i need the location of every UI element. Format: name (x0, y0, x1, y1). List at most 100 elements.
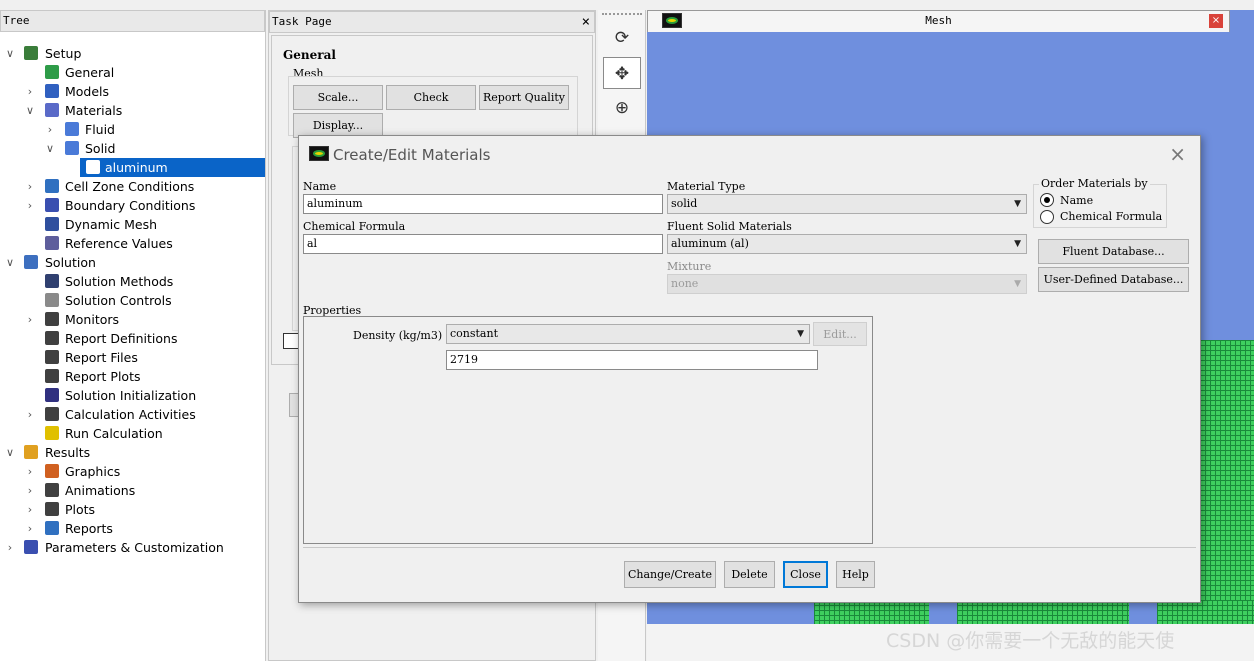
fluent-database-button[interactable]: Fluent Database... (1038, 239, 1189, 264)
tree-item-solution-initialization[interactable]: Solution Initialization (0, 386, 264, 405)
tree-item-setup[interactable]: ∨ Setup (0, 44, 264, 63)
help-button[interactable]: Help (836, 561, 875, 588)
task-page-close-icon[interactable]: × (582, 12, 590, 32)
tree-item-models[interactable]: › Models (0, 82, 264, 101)
tree-item-label: Parameters & Customization (45, 540, 224, 555)
delete-button[interactable]: Delete (724, 561, 775, 588)
change-create-button[interactable]: Change/Create (624, 561, 716, 588)
tree-item-boundary-conditions[interactable]: › Boundary Conditions (0, 196, 264, 215)
chevron-right-icon[interactable]: › (24, 519, 36, 538)
tree-item-calculation-activities[interactable]: › Calculation Activities (0, 405, 264, 424)
tree-item-monitors[interactable]: › Monitors (0, 310, 264, 329)
mesh-grid-right (1200, 340, 1254, 620)
tree-item-plots[interactable]: › Plots (0, 500, 264, 519)
chevron-down-icon[interactable]: ∨ (4, 443, 16, 462)
tree-item-label: Dynamic Mesh (65, 217, 158, 232)
solution-controls-icon (45, 293, 59, 307)
dialog-close-icon[interactable]: × (1169, 142, 1186, 166)
tree-item-solution[interactable]: ∨ Solution (0, 253, 264, 272)
calculation-activities-icon (45, 407, 59, 421)
tree-item-label: Solution (45, 255, 96, 270)
fluent-solid-select[interactable]: aluminum (al) ▼ (667, 234, 1027, 254)
pan-icon[interactable]: ✥ (603, 57, 641, 89)
tree-item-solution-methods[interactable]: Solution Methods (0, 272, 264, 291)
tree-item-general[interactable]: General (0, 63, 264, 82)
density-method-value: constant (450, 327, 498, 340)
results-icon (24, 445, 38, 459)
chevron-right-icon[interactable]: › (4, 538, 16, 557)
material-type-select[interactable]: solid ▼ (667, 194, 1027, 214)
mesh-tab[interactable]: Mesh × (647, 10, 1230, 32)
tree-item-results[interactable]: ∨ Results (0, 443, 264, 462)
mesh-close-icon[interactable]: × (1209, 14, 1223, 28)
scale-button[interactable]: Scale... (293, 85, 383, 110)
user-defined-database-button[interactable]: User-Defined Database... (1038, 267, 1189, 292)
density-value-field[interactable]: 2719 (446, 350, 818, 370)
tree-item-materials[interactable]: ∨ Materials (0, 101, 264, 120)
chevron-right-icon[interactable]: › (24, 405, 36, 424)
tree-item-dynamic-mesh[interactable]: Dynamic Mesh (0, 215, 264, 234)
tree-item-label: Solution Methods (65, 274, 174, 289)
tree-panel: Tree ∨ Setup General › Models ∨ Materials › Flui… (0, 10, 266, 661)
tree-item-aluminum[interactable]: aluminum (80, 158, 265, 177)
tree-item-label: Solution Controls (65, 293, 172, 308)
chevron-right-icon[interactable]: › (24, 177, 36, 196)
tree-item-solid[interactable]: ∨ Solid (0, 139, 264, 158)
tree-item-solution-controls[interactable]: Solution Controls (0, 291, 264, 310)
chevron-down-icon[interactable]: ∨ (44, 139, 56, 158)
watermark: CSDN @你需要一个无敌的能天使 (886, 630, 1175, 652)
tree-item-fluid[interactable]: › Fluid (0, 120, 264, 139)
order-label: Order Materials by (1039, 177, 1150, 190)
solid-flask-icon (65, 141, 79, 155)
tree-item-run-calculation[interactable]: Run Calculation (0, 424, 264, 443)
option-checkbox[interactable] (283, 333, 299, 349)
tree-item-report-files[interactable]: Report Files (0, 348, 264, 367)
mesh-grid-bottom-3 (1157, 600, 1254, 624)
tree-item-label: Report Files (65, 350, 138, 365)
rotate-icon[interactable]: ⟳ (603, 22, 641, 54)
create-edit-materials-dialog: Create/Edit Materials × Name aluminum Ch… (298, 135, 1201, 603)
report-files-icon (45, 350, 59, 364)
chevron-down-icon[interactable]: ∨ (4, 253, 16, 272)
chevron-right-icon[interactable]: › (44, 120, 56, 139)
report-quality-button[interactable]: Report Quality (479, 85, 569, 110)
order-formula-label: Chemical Formula (1060, 210, 1163, 223)
tree-item-graphics[interactable]: › Graphics (0, 462, 264, 481)
chevron-right-icon[interactable]: › (24, 462, 36, 481)
solution-methods-icon (45, 274, 59, 288)
chevron-right-icon[interactable]: › (24, 310, 36, 329)
chevron-right-icon[interactable]: › (24, 481, 36, 500)
tree-item-label: Monitors (65, 312, 120, 327)
tree-item-reference-values[interactable]: Reference Values (0, 234, 264, 253)
check-button[interactable]: Check (386, 85, 476, 110)
order-formula-radio[interactable] (1040, 210, 1054, 224)
name-label: Name (303, 180, 337, 193)
tree-item-label: Plots (65, 502, 96, 517)
tree-item-report-plots[interactable]: Report Plots (0, 367, 264, 386)
tree-item-label: Models (65, 84, 110, 99)
zoom-icon[interactable]: ⊕ (603, 92, 641, 124)
tree-item-label: Materials (65, 103, 123, 118)
chevron-down-icon[interactable]: ∨ (4, 44, 16, 63)
fluent-solid-label: Fluent Solid Materials (667, 220, 792, 233)
tree-item-animations[interactable]: › Animations (0, 481, 264, 500)
chevron-right-icon[interactable]: › (24, 196, 36, 215)
chevron-down-icon[interactable]: ∨ (24, 101, 36, 120)
tree-item-reports[interactable]: › Reports (0, 519, 264, 538)
general-icon (45, 65, 59, 79)
mixture-label: Mixture (667, 260, 712, 273)
density-method-select[interactable]: constant ▼ (446, 324, 810, 344)
close-button[interactable]: Close (783, 561, 828, 588)
order-name-radio[interactable] (1040, 193, 1054, 207)
formula-label: Chemical Formula (303, 220, 406, 233)
formula-field[interactable]: al (303, 234, 663, 254)
tree-item-parameters-customization[interactable]: › Parameters & Customization (0, 538, 264, 557)
chevron-right-icon[interactable]: › (24, 500, 36, 519)
name-field[interactable]: aluminum (303, 194, 663, 214)
tree-item-label: Report Plots (65, 369, 141, 384)
tree-item-report-definitions[interactable]: Report Definitions (0, 329, 264, 348)
chevron-right-icon[interactable]: › (24, 82, 36, 101)
tree-item-cell-zone-conditions[interactable]: › Cell Zone Conditions (0, 177, 264, 196)
chevron-down-icon: ▼ (1014, 239, 1021, 249)
toolbar-grip[interactable] (602, 13, 642, 15)
